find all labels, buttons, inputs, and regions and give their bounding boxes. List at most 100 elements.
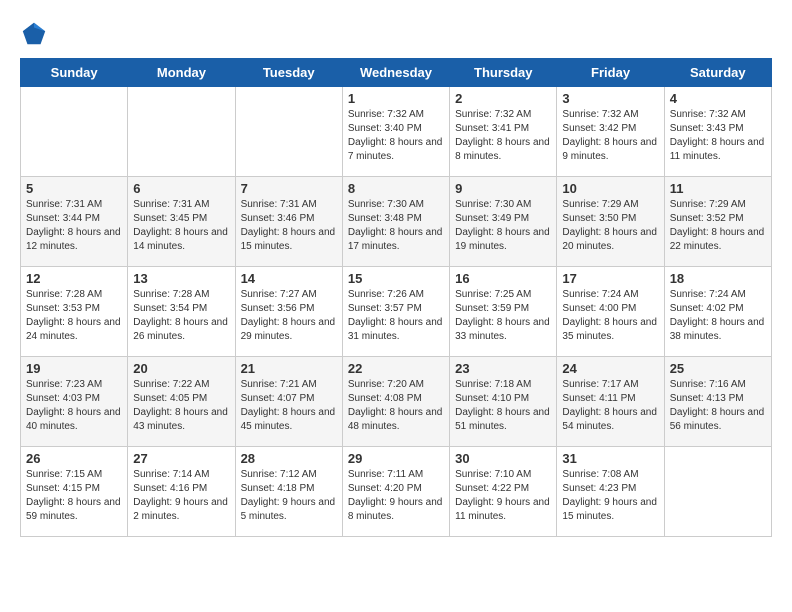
page-header xyxy=(20,20,772,48)
day-number: 25 xyxy=(670,361,766,376)
calendar-cell: 4 Sunrise: 7:32 AM Sunset: 3:43 PM Daylig… xyxy=(664,87,771,177)
day-number: 14 xyxy=(241,271,337,286)
day-number: 24 xyxy=(562,361,658,376)
day-header-wednesday: Wednesday xyxy=(342,59,449,87)
week-row-1: 1 Sunrise: 7:32 AM Sunset: 3:40 PM Daylig… xyxy=(21,87,772,177)
day-info: Sunrise: 7:28 AM Sunset: 3:53 PM Dayligh… xyxy=(26,288,122,344)
calendar-cell: 1 Sunrise: 7:32 AM Sunset: 3:40 PM Daylig… xyxy=(342,87,449,177)
logo-icon xyxy=(20,20,48,48)
day-number: 29 xyxy=(348,451,444,466)
day-header-tuesday: Tuesday xyxy=(235,59,342,87)
day-info: Sunrise: 7:32 AM Sunset: 3:40 PM Dayligh… xyxy=(348,108,444,164)
day-info: Sunrise: 7:18 AM Sunset: 4:10 PM Dayligh… xyxy=(455,378,551,434)
week-row-3: 12Sunrise: 7:28 AM Sunset: 3:53 PM Dayli… xyxy=(21,267,772,357)
day-number: 5 xyxy=(26,181,122,196)
day-number: 18 xyxy=(670,271,766,286)
day-number: 8 xyxy=(348,181,444,196)
day-number: 23 xyxy=(455,361,551,376)
day-info: Sunrise: 7:22 AM Sunset: 4:05 PM Dayligh… xyxy=(133,378,229,434)
day-info: Sunrise: 7:25 AM Sunset: 3:59 PM Dayligh… xyxy=(455,288,551,344)
day-header-sunday: Sunday xyxy=(21,59,128,87)
day-info: Sunrise: 7:21 AM Sunset: 4:07 PM Dayligh… xyxy=(241,378,337,434)
day-info: Sunrise: 7:16 AM Sunset: 4:13 PM Dayligh… xyxy=(670,378,766,434)
calendar-cell: 7Sunrise: 7:31 AM Sunset: 3:46 PM Daylig… xyxy=(235,177,342,267)
calendar-cell: 2 Sunrise: 7:32 AM Sunset: 3:41 PM Daylig… xyxy=(450,87,557,177)
day-number: 3 xyxy=(562,91,658,106)
calendar-cell xyxy=(664,447,771,537)
day-number: 28 xyxy=(241,451,337,466)
day-number: 19 xyxy=(26,361,122,376)
day-header-monday: Monday xyxy=(128,59,235,87)
week-row-5: 26 Sunrise: 7:15 AM Sunset: 4:15 PM Dayli… xyxy=(21,447,772,537)
day-info: Sunrise: 7:32 AM Sunset: 3:41 PM Dayligh… xyxy=(455,108,551,164)
calendar-cell: 8 Sunrise: 7:30 AM Sunset: 3:48 PM Daylig… xyxy=(342,177,449,267)
day-info: Sunrise: 7:30 AM Sunset: 3:49 PM Dayligh… xyxy=(455,198,551,254)
calendar-cell: 18 Sunrise: 7:24 AM Sunset: 4:02 PM Dayli… xyxy=(664,267,771,357)
calendar-cell: 25 Sunrise: 7:16 AM Sunset: 4:13 PM Dayli… xyxy=(664,357,771,447)
day-info: Sunrise: 7:20 AM Sunset: 4:08 PM Dayligh… xyxy=(348,378,444,434)
calendar-cell: 15Sunrise: 7:26 AM Sunset: 3:57 PM Dayli… xyxy=(342,267,449,357)
day-number: 1 xyxy=(348,91,444,106)
day-info: Sunrise: 7:23 AM Sunset: 4:03 PM Dayligh… xyxy=(26,378,122,434)
day-info: Sunrise: 7:32 AM Sunset: 3:43 PM Dayligh… xyxy=(670,108,766,164)
header-row: SundayMondayTuesdayWednesdayThursdayFrid… xyxy=(21,59,772,87)
calendar-cell: 14 Sunrise: 7:27 AM Sunset: 3:56 PM Dayli… xyxy=(235,267,342,357)
week-row-2: 5 Sunrise: 7:31 AM Sunset: 3:44 PM Daylig… xyxy=(21,177,772,267)
day-number: 4 xyxy=(670,91,766,106)
day-number: 17 xyxy=(562,271,658,286)
day-number: 27 xyxy=(133,451,229,466)
day-number: 2 xyxy=(455,91,551,106)
calendar-cell: 26 Sunrise: 7:15 AM Sunset: 4:15 PM Dayli… xyxy=(21,447,128,537)
day-number: 26 xyxy=(26,451,122,466)
calendar-cell: 20 Sunrise: 7:22 AM Sunset: 4:05 PM Dayli… xyxy=(128,357,235,447)
logo xyxy=(20,20,52,48)
day-info: Sunrise: 7:15 AM Sunset: 4:15 PM Dayligh… xyxy=(26,468,122,524)
calendar-cell: 31 Sunrise: 7:08 AM Sunset: 4:23 PM Dayli… xyxy=(557,447,664,537)
day-number: 9 xyxy=(455,181,551,196)
week-row-4: 19 Sunrise: 7:23 AM Sunset: 4:03 PM Dayli… xyxy=(21,357,772,447)
day-number: 16 xyxy=(455,271,551,286)
calendar-cell: 5 Sunrise: 7:31 AM Sunset: 3:44 PM Daylig… xyxy=(21,177,128,267)
day-info: Sunrise: 7:10 AM Sunset: 4:22 PM Dayligh… xyxy=(455,468,551,524)
calendar-cell: 16 Sunrise: 7:25 AM Sunset: 3:59 PM Dayli… xyxy=(450,267,557,357)
day-header-thursday: Thursday xyxy=(450,59,557,87)
day-info: Sunrise: 7:12 AM Sunset: 4:18 PM Dayligh… xyxy=(241,468,337,524)
day-number: 20 xyxy=(133,361,229,376)
day-info: Sunrise: 7:17 AM Sunset: 4:11 PM Dayligh… xyxy=(562,378,658,434)
calendar-cell: 17 Sunrise: 7:24 AM Sunset: 4:00 PM Dayli… xyxy=(557,267,664,357)
calendar-cell: 10Sunrise: 7:29 AM Sunset: 3:50 PM Dayli… xyxy=(557,177,664,267)
calendar-cell: 21 Sunrise: 7:21 AM Sunset: 4:07 PM Dayli… xyxy=(235,357,342,447)
day-info: Sunrise: 7:29 AM Sunset: 3:50 PM Dayligh… xyxy=(562,198,658,254)
calendar-cell: 11Sunrise: 7:29 AM Sunset: 3:52 PM Dayli… xyxy=(664,177,771,267)
day-number: 30 xyxy=(455,451,551,466)
day-number: 6 xyxy=(133,181,229,196)
calendar-cell: 28 Sunrise: 7:12 AM Sunset: 4:18 PM Dayli… xyxy=(235,447,342,537)
calendar-cell: 30 Sunrise: 7:10 AM Sunset: 4:22 PM Dayli… xyxy=(450,447,557,537)
calendar-cell: 12Sunrise: 7:28 AM Sunset: 3:53 PM Dayli… xyxy=(21,267,128,357)
calendar-cell xyxy=(21,87,128,177)
day-number: 11 xyxy=(670,181,766,196)
day-info: Sunrise: 7:26 AM Sunset: 3:57 PM Dayligh… xyxy=(348,288,444,344)
day-info: Sunrise: 7:31 AM Sunset: 3:46 PM Dayligh… xyxy=(241,198,337,254)
day-info: Sunrise: 7:08 AM Sunset: 4:23 PM Dayligh… xyxy=(562,468,658,524)
day-header-friday: Friday xyxy=(557,59,664,87)
calendar-cell: 29Sunrise: 7:11 AM Sunset: 4:20 PM Dayli… xyxy=(342,447,449,537)
calendar-cell: 9 Sunrise: 7:30 AM Sunset: 3:49 PM Daylig… xyxy=(450,177,557,267)
day-number: 31 xyxy=(562,451,658,466)
day-number: 13 xyxy=(133,271,229,286)
day-info: Sunrise: 7:24 AM Sunset: 4:00 PM Dayligh… xyxy=(562,288,658,344)
day-info: Sunrise: 7:27 AM Sunset: 3:56 PM Dayligh… xyxy=(241,288,337,344)
calendar-cell: 24 Sunrise: 7:17 AM Sunset: 4:11 PM Dayli… xyxy=(557,357,664,447)
day-info: Sunrise: 7:14 AM Sunset: 4:16 PM Dayligh… xyxy=(133,468,229,524)
calendar-cell: 13 Sunrise: 7:28 AM Sunset: 3:54 PM Dayli… xyxy=(128,267,235,357)
day-number: 21 xyxy=(241,361,337,376)
calendar-table: SundayMondayTuesdayWednesdayThursdayFrid… xyxy=(20,58,772,537)
day-info: Sunrise: 7:30 AM Sunset: 3:48 PM Dayligh… xyxy=(348,198,444,254)
day-number: 22 xyxy=(348,361,444,376)
day-info: Sunrise: 7:24 AM Sunset: 4:02 PM Dayligh… xyxy=(670,288,766,344)
calendar-cell: 27 Sunrise: 7:14 AM Sunset: 4:16 PM Dayli… xyxy=(128,447,235,537)
day-info: Sunrise: 7:31 AM Sunset: 3:44 PM Dayligh… xyxy=(26,198,122,254)
calendar-cell: 23 Sunrise: 7:18 AM Sunset: 4:10 PM Dayli… xyxy=(450,357,557,447)
day-header-saturday: Saturday xyxy=(664,59,771,87)
day-info: Sunrise: 7:28 AM Sunset: 3:54 PM Dayligh… xyxy=(133,288,229,344)
